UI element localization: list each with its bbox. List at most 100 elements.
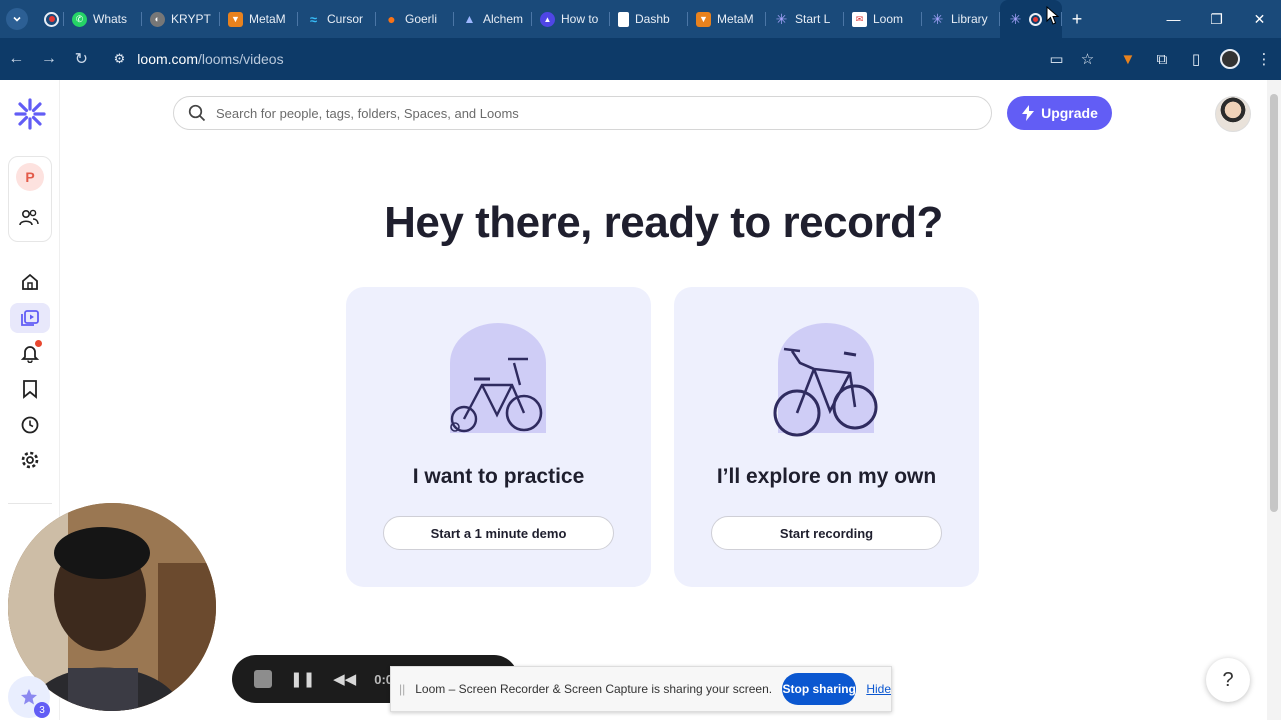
tab-metamask-1[interactable]: ▼ MetaM — [220, 0, 298, 38]
tab-label: Whats — [93, 12, 128, 26]
profile-avatar[interactable] — [1213, 38, 1247, 80]
videos-library-icon[interactable] — [10, 303, 50, 333]
help-button[interactable]: ? — [1206, 658, 1250, 702]
practice-card-title: I want to practice — [412, 465, 585, 488]
tab-search-button[interactable] — [0, 0, 34, 38]
tab-metamask-2[interactable]: ▼ MetaM — [688, 0, 766, 38]
page-scrollbar[interactable] — [1267, 80, 1281, 720]
mouse-cursor-icon — [1046, 6, 1060, 25]
history-clock-icon[interactable] — [15, 410, 45, 440]
camera-icon[interactable]: ▭ — [1041, 42, 1072, 76]
tab-label: Dashb — [635, 12, 670, 26]
extensions-puzzle-icon[interactable]: ⧉ — [1145, 38, 1179, 80]
home-icon[interactable] — [15, 267, 45, 297]
tab-goerli[interactable]: ● Goerli — [376, 0, 454, 38]
count-badge: 3 — [34, 702, 50, 718]
notification-badge — [35, 340, 42, 347]
bookmark-star-icon[interactable]: ☆ — [1072, 42, 1103, 76]
url-field[interactable]: ⚙ loom.com/looms/videos — [102, 42, 1029, 76]
back-arrow-icon[interactable]: ← — [0, 38, 33, 80]
practice-card[interactable]: I want to practice Start a 1 minute demo — [346, 287, 651, 587]
explore-card[interactable]: I’ll explore on my own Start recording — [674, 287, 979, 587]
new-tab-button[interactable]: + — [1062, 9, 1092, 30]
kebab-menu-icon[interactable]: ⋮ — [1247, 38, 1281, 80]
tab-krypt[interactable]: ◐ KRYPT — [142, 0, 220, 38]
forward-arrow-icon[interactable]: → — [33, 38, 66, 80]
whatsapp-icon: ✆ — [72, 11, 87, 27]
fox-icon: ▼ — [228, 11, 243, 27]
tab-how-to[interactable]: ▲ How to — [532, 0, 610, 38]
window-controls: — ❐ ✕ — [1152, 0, 1281, 38]
start-recording-button[interactable]: Start recording — [711, 516, 942, 550]
tab-library[interactable]: ✳ Library — [922, 0, 1000, 38]
stop-sharing-button[interactable]: Stop sharing — [782, 673, 857, 705]
search-icon — [188, 104, 206, 122]
close-icon[interactable]: ✕ — [1238, 0, 1281, 38]
stop-recording-button[interactable] — [254, 670, 272, 688]
drop-icon: ● — [387, 11, 396, 27]
browser-tab-bar: ✆ Whats ◐ KRYPT ▼ MetaM ≈ Cursor ● Goerl… — [0, 0, 1281, 38]
url-path: /looms/videos — [197, 51, 284, 67]
kids-bike-illustration — [450, 323, 546, 433]
loom-logo[interactable] — [14, 98, 46, 130]
metamask-extension-icon[interactable]: ▼ — [1111, 38, 1145, 80]
explore-card-title: I’ll explore on my own — [716, 465, 937, 488]
tab-label: Library — [951, 12, 988, 26]
tab-whatsapp[interactable]: ✆ Whats — [64, 0, 142, 38]
tab-start-loom[interactable]: ✳ Start L — [766, 0, 844, 38]
hide-link[interactable]: Hide — [866, 682, 891, 696]
tab-label: MetaM — [717, 12, 754, 26]
mail-icon: ✉ — [852, 11, 867, 27]
globe-icon: ◐ — [150, 11, 165, 27]
settings-gear-icon[interactable] — [15, 445, 45, 475]
search-input[interactable] — [216, 105, 916, 121]
tab-recording[interactable] — [34, 0, 64, 38]
record-dot-icon — [1029, 12, 1042, 26]
loom-extension-bubble[interactable]: 3 — [8, 676, 50, 718]
restore-icon[interactable]: ❐ — [1195, 0, 1238, 38]
minimize-icon[interactable]: — — [1152, 0, 1195, 38]
tab-label: MetaM — [249, 12, 286, 26]
workspace-avatar[interactable]: P — [16, 163, 44, 191]
tab-label: Loom — [873, 12, 904, 26]
loom-icon: ✳ — [775, 10, 788, 27]
start-demo-button[interactable]: Start a 1 minute demo — [383, 516, 614, 550]
notifications-bell-icon[interactable] — [15, 338, 45, 368]
browser-address-bar: ← → ↻ ⚙ loom.com/looms/videos ▭ ☆ ▼ ⧉ ▯ … — [0, 38, 1281, 80]
loom-icon: ✳ — [931, 10, 944, 27]
url-host: loom.com — [137, 51, 198, 67]
upgrade-label: Upgrade — [1041, 105, 1098, 121]
tab-cursor[interactable]: ≈ Cursor — [298, 0, 376, 38]
triangle-icon: ▲ — [540, 11, 555, 27]
lightning-icon — [1022, 105, 1035, 121]
bike-illustration — [773, 323, 878, 437]
triangle-icon: ▲ — [463, 12, 476, 26]
tab-label: Cursor — [327, 12, 364, 26]
drag-handle-icon[interactable]: || — [399, 682, 405, 696]
tab-label: Start L — [795, 12, 831, 26]
rewind-icon[interactable]: ◀◀ — [333, 670, 356, 688]
page-headline: Hey there, ready to record? — [384, 198, 943, 247]
chevron-down-icon — [6, 8, 28, 30]
tab-dashboard[interactable]: Dashb — [610, 0, 688, 38]
pause-icon[interactable]: ❚❚ — [290, 670, 315, 688]
document-icon — [618, 11, 629, 27]
tab-loom-mail[interactable]: ✉ Loom — [844, 0, 922, 38]
site-settings-icon[interactable]: ⚙ — [114, 51, 126, 67]
search-bar[interactable] — [173, 96, 992, 130]
people-icon[interactable] — [19, 209, 39, 232]
tab-label: How to — [561, 12, 599, 26]
tab-alchemy[interactable]: ▲ Alchem — [454, 0, 532, 38]
workspace-switcher: P — [8, 156, 52, 242]
user-avatar[interactable] — [1215, 96, 1251, 132]
tab-label: Goerli — [405, 12, 438, 26]
upgrade-button[interactable]: Upgrade — [1007, 96, 1112, 130]
reload-icon[interactable]: ↻ — [65, 38, 98, 80]
scrollbar-thumb[interactable] — [1270, 94, 1278, 512]
tab-label: Alchem — [483, 12, 524, 26]
wave-icon: ≈ — [309, 11, 318, 27]
bookmark-icon[interactable] — [15, 374, 45, 404]
screen-sharing-bar: || Loom – Screen Recorder & Screen Captu… — [390, 666, 892, 712]
side-panel-icon[interactable]: ▯ — [1179, 38, 1213, 80]
star-icon — [21, 689, 37, 705]
